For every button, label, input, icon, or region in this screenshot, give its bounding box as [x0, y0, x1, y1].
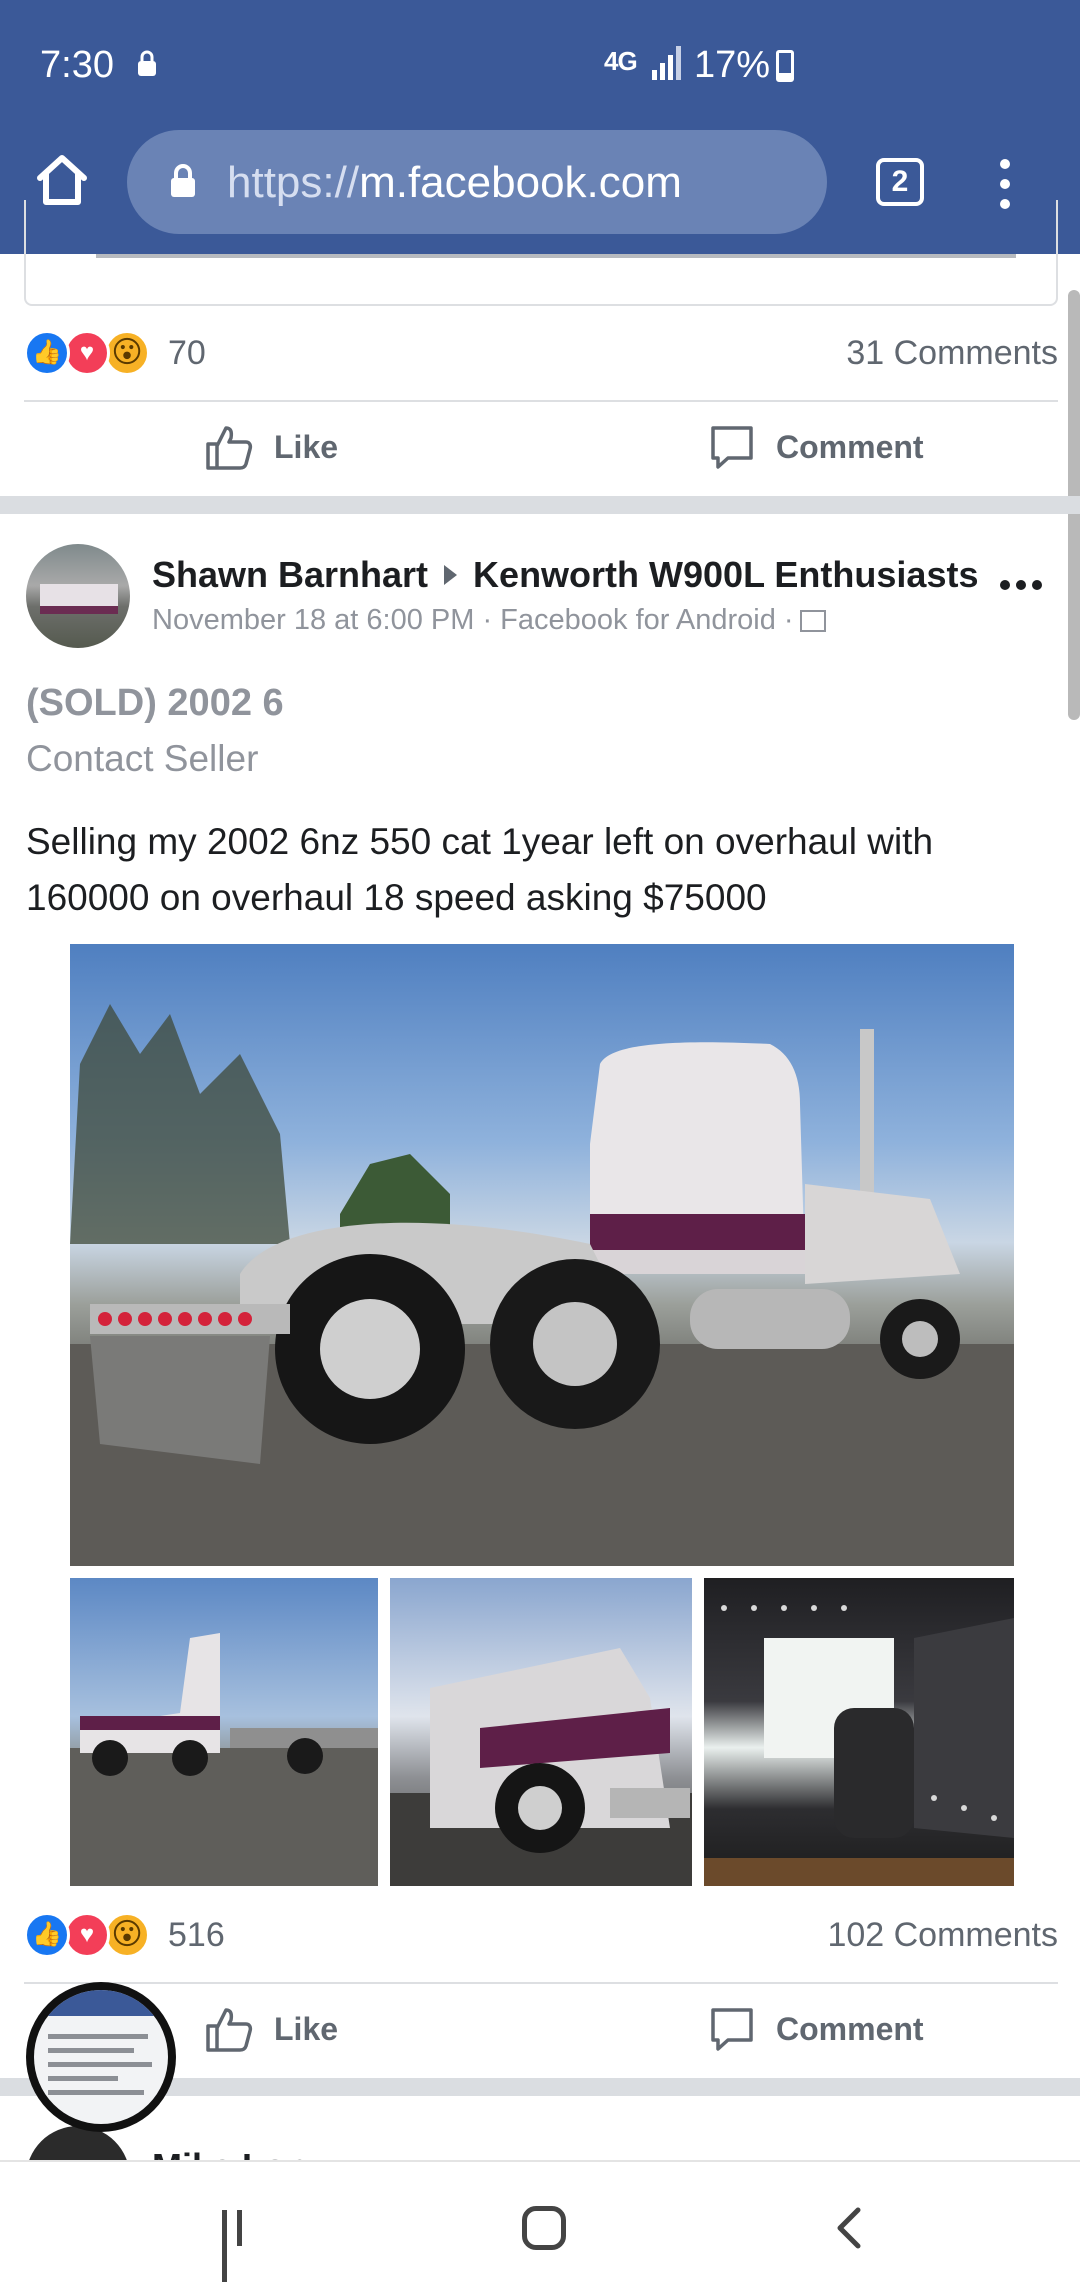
- post-reactions[interactable]: 😮 ♥ 👍 516 102 Comments: [24, 1912, 1058, 1962]
- photo-thumbnail-3[interactable]: [704, 1578, 1014, 1886]
- post-header: Shawn Barnhart Kenworth W900L Enthusiasts: [152, 554, 978, 596]
- network-type: 4G: [604, 46, 638, 76]
- post-timestamp[interactable]: November 18 at 6:00 PM · Facebook for An…: [152, 604, 794, 636]
- next-post-avatar[interactable]: [26, 2126, 130, 2160]
- author-name[interactable]: Shawn Barnhart: [152, 554, 428, 595]
- wow-reaction-icon: 😮: [104, 1912, 150, 1958]
- comment-bubble-icon: [711, 426, 753, 469]
- reaction-icons: 😮 ♥ 👍: [24, 1912, 154, 1960]
- home-icon[interactable]: [522, 2206, 566, 2250]
- like-reaction-icon: 👍: [24, 1912, 70, 1958]
- signal-icon: [652, 46, 681, 80]
- photo-thumbnail-2[interactable]: [390, 1578, 692, 1886]
- previous-post-link-card[interactable]: [24, 200, 1058, 306]
- feed-separator: [0, 496, 1080, 514]
- previous-post-actions: Like Comment: [0, 402, 1080, 492]
- sale-title: (SOLD) 2002 6: [26, 682, 284, 724]
- status-bar: 7:30 4G 17%: [0, 0, 1080, 130]
- post-meta: November 18 at 6:00 PM · Facebook for An…: [152, 604, 826, 637]
- contact-seller-link[interactable]: Contact Seller: [26, 738, 258, 780]
- love-reaction-icon: ♥: [64, 1912, 110, 1958]
- secure-lock-icon: [171, 164, 195, 197]
- like-label: Like: [274, 428, 339, 465]
- like-reaction-icon: 👍: [24, 330, 70, 376]
- love-reaction-icon: ♥: [64, 330, 110, 376]
- previous-post-reactions[interactable]: 😮 ♥ 👍 70 31 Comments: [24, 330, 1058, 380]
- main-photo-truck[interactable]: [70, 944, 1014, 1566]
- comment-label: Comment: [776, 428, 924, 465]
- like-button[interactable]: Like: [204, 402, 338, 492]
- reaction-count: 516: [168, 1916, 225, 1954]
- like-label: Like: [274, 2010, 339, 2047]
- reaction-icons: 😮 ♥ 👍: [24, 330, 154, 378]
- photo-thumbnail-1[interactable]: [70, 1578, 378, 1886]
- back-icon[interactable]: [832, 2206, 864, 2250]
- thumbs-up-icon: [206, 426, 253, 470]
- like-button[interactable]: Like: [204, 1984, 338, 2074]
- preview-thumbnail: [34, 1990, 168, 2124]
- next-post-peek[interactable]: Mike Lop...: [0, 2120, 1080, 2160]
- status-time: 7:30: [40, 44, 114, 86]
- post-text: Selling my 2002 6nz 550 cat 1year left o…: [26, 821, 934, 918]
- wow-reaction-icon: 😮: [104, 330, 150, 376]
- group-arrow-icon: [444, 565, 458, 586]
- link-card-image-edge: [96, 254, 1016, 258]
- thumbs-up-icon: [206, 2008, 253, 2052]
- comments-count-link[interactable]: 102 Comments: [827, 1916, 1058, 1955]
- recent-apps-icon[interactable]: [222, 2210, 262, 2282]
- system-navigation-bar: [0, 2160, 1080, 2282]
- comment-label: Comment: [776, 2010, 924, 2047]
- comment-bubble-icon: [711, 2008, 753, 2051]
- battery-icon: [776, 50, 794, 82]
- comments-count-link[interactable]: 31 Comments: [846, 334, 1058, 373]
- post-options-icon[interactable]: [1000, 580, 1050, 596]
- floating-preview-bubble[interactable]: [26, 1982, 176, 2132]
- group-privacy-icon: [799, 610, 826, 633]
- next-post-author[interactable]: Mike Lop...: [152, 2146, 338, 2160]
- screen-lock-icon: [138, 50, 156, 76]
- tab-switcher-button[interactable]: 2: [876, 158, 924, 206]
- comment-button[interactable]: Comment: [708, 402, 924, 492]
- reaction-count: 70: [168, 334, 206, 372]
- battery-level: 17%: [694, 44, 771, 86]
- comment-button[interactable]: Comment: [708, 1984, 924, 2074]
- author-avatar[interactable]: [26, 544, 130, 648]
- group-name[interactable]: Kenworth W900L Enthusiasts: [473, 554, 978, 595]
